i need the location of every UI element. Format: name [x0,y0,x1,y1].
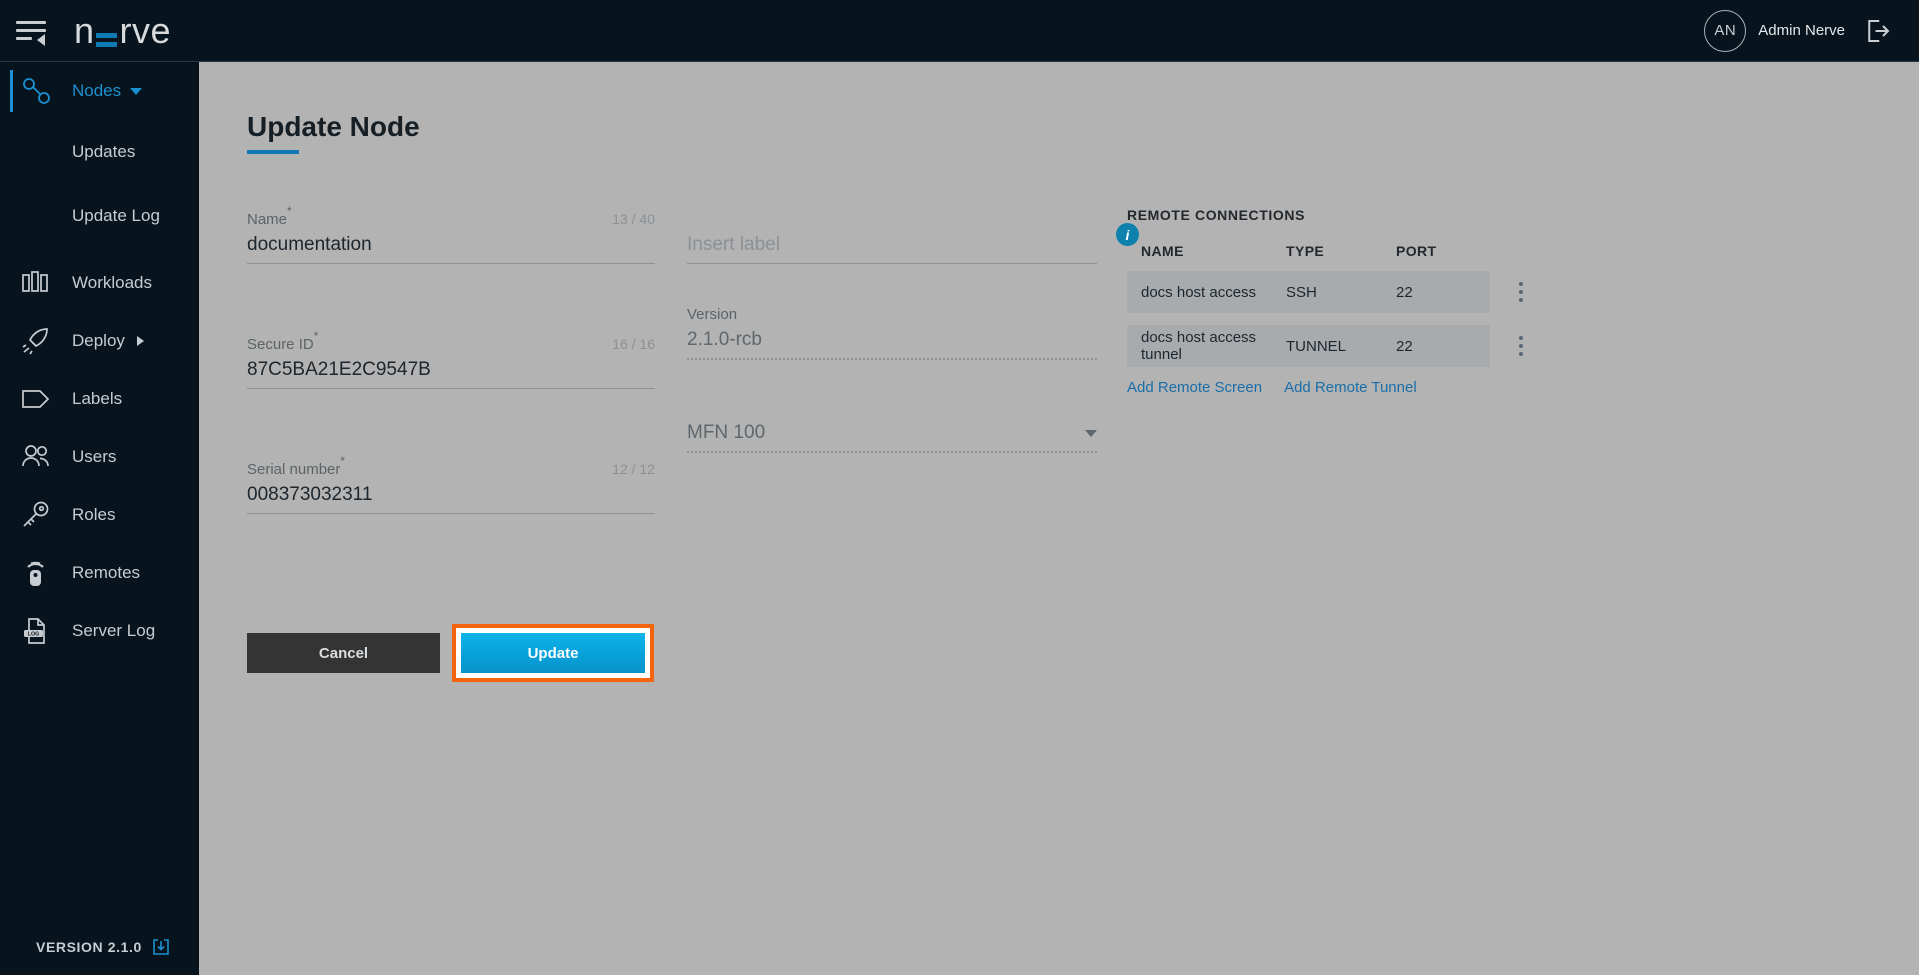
field-serial-number: Serial number* 12 / 12 008373032311 [247,454,655,514]
version-label: VERSION 2.1.0 [36,939,142,955]
field-name: Name* 13 / 40 documentation [247,204,655,264]
table-header: NAME TYPE PORT [1127,243,1490,271]
char-counter: 13 / 40 [612,211,655,227]
field-label: Secure ID* [247,329,319,353]
sidebar-item-label: Updates [72,142,136,161]
char-counter: 16 / 16 [612,336,655,352]
remote-connections-table: NAME TYPE PORT docs host access SSH 22 d… [1127,243,1523,367]
download-icon[interactable] [151,937,171,957]
sidebar-item-remotes[interactable]: Remotes [0,544,199,602]
add-remote-tunnel-link[interactable]: Add Remote Tunnel [1284,379,1417,396]
remote-connection-links: Add Remote Screen Add Remote Tunnel [1127,379,1527,396]
remote-connections-panel: REMOTE CONNECTIONS NAME TYPE PORT docs h… [1127,207,1527,396]
users-icon [20,440,62,474]
menu-caret-icon [37,33,45,46]
table-row[interactable]: docs host access tunnel TUNNEL 22 [1127,325,1523,367]
serial-number-input[interactable]: 008373032311 [247,484,655,514]
page-title: Update Node [247,111,420,142]
top-bar: n rve AN Admin Nerve [0,0,1919,62]
sidebar-item-label: Roles [72,505,116,524]
cell-type: TUNNEL [1286,337,1347,355]
field-label: Version [687,306,738,323]
label-input[interactable]: Insert label [687,234,1097,264]
sidebar-item-users[interactable]: Users [0,428,199,486]
nerve-logo: n rve [74,9,172,51]
hamburger-collapse-icon[interactable] [16,17,50,46]
field-version: Version 2.1.0-rcb [687,306,1097,360]
nodes-icon [20,74,62,108]
sidebar-item-label: Deploy [72,331,125,350]
label-tag-icon [20,382,62,416]
main-content: Update Node Name* 13 / 40 documentation … [199,62,1919,975]
workloads-icon [20,266,62,300]
field-label-input: Insert label i [687,207,1139,264]
version-footer: VERSION 2.1.0 [36,937,171,957]
sidebar-item-labels[interactable]: Labels [0,370,199,428]
form-column-middle: Insert label i Version 2.1.0-rcb MFN 100 [687,207,1139,521]
remote-connections-title: REMOTE CONNECTIONS [1127,207,1306,223]
name-input[interactable]: documentation [247,234,655,264]
key-icon [20,498,62,532]
row-menu-icon[interactable] [1519,282,1523,302]
logout-icon[interactable] [1863,16,1893,46]
sidebar-item-workloads[interactable]: Workloads [0,254,199,312]
chevron-right-icon [136,336,144,346]
sidebar-item-label: Workloads [72,273,152,292]
column-header-type: TYPE [1286,243,1325,259]
secure-id-input[interactable]: 87C5BA21E2C9547B [247,359,655,389]
sidebar-item-label: Remotes [72,563,141,582]
model-select-value: MFN 100 [687,422,766,443]
svg-text:LOG: LOG [28,632,40,638]
sidebar-item-updates[interactable]: Updates [0,120,199,184]
form-actions: Cancel Update [247,624,654,682]
sidebar-item-label: Server Log [72,621,156,640]
cell-name: docs host access [1141,283,1257,301]
chevron-down-icon [130,87,143,95]
field-label: Serial number* [247,454,346,478]
sidebar-item-update-log[interactable]: Update Log [0,184,199,248]
user-name: Admin Nerve [1758,22,1845,39]
field-secure-id: Secure ID* 16 / 16 87C5BA21E2C9547B [247,329,655,389]
cell-name: docs host access tunnel [1141,329,1257,363]
sidebar-item-roles[interactable]: Roles [0,486,199,544]
sidebar-item-label: Update Log [72,206,160,225]
update-button[interactable]: Update [461,633,645,673]
add-remote-screen-link[interactable]: Add Remote Screen [1127,379,1262,396]
sidebar: Nodes Updates Update Log Workloads Deplo… [0,62,199,975]
cell-type: SSH [1286,283,1317,301]
version-value: 2.1.0-rcb [687,329,1097,360]
column-header-port: PORT [1396,243,1437,259]
cell-port: 22 [1396,283,1413,301]
sidebar-item-server-log[interactable]: LOG Server Log [0,602,199,660]
server-log-icon: LOG [20,614,62,648]
title-underline [247,150,299,154]
field-label: Name* [247,204,292,228]
form-column-left: Name* 13 / 40 documentation Secure ID* 1… [247,204,655,582]
cancel-button[interactable]: Cancel [247,633,440,673]
chevron-down-icon [1085,429,1097,437]
sidebar-item-nodes[interactable]: Nodes [0,62,199,120]
sidebar-item-label: Users [72,447,117,466]
sidebar-item-label: Labels [72,389,123,408]
row-menu-icon[interactable] [1519,336,1523,356]
cell-port: 22 [1396,337,1413,355]
sidebar-item-label: Nodes [72,81,122,100]
rocket-icon [20,324,62,358]
avatar: AN [1704,9,1747,52]
logo-e-glyph [95,32,117,47]
remote-control-icon [20,556,62,590]
update-button-highlight: Update [452,624,654,682]
char-counter: 12 / 12 [612,461,655,477]
field-model: MFN 100 [687,422,1097,453]
sidebar-item-deploy[interactable]: Deploy [0,312,199,370]
table-row[interactable]: docs host access SSH 22 [1127,271,1523,313]
model-select[interactable]: MFN 100 [687,422,1097,453]
column-header-name: NAME [1141,243,1184,259]
